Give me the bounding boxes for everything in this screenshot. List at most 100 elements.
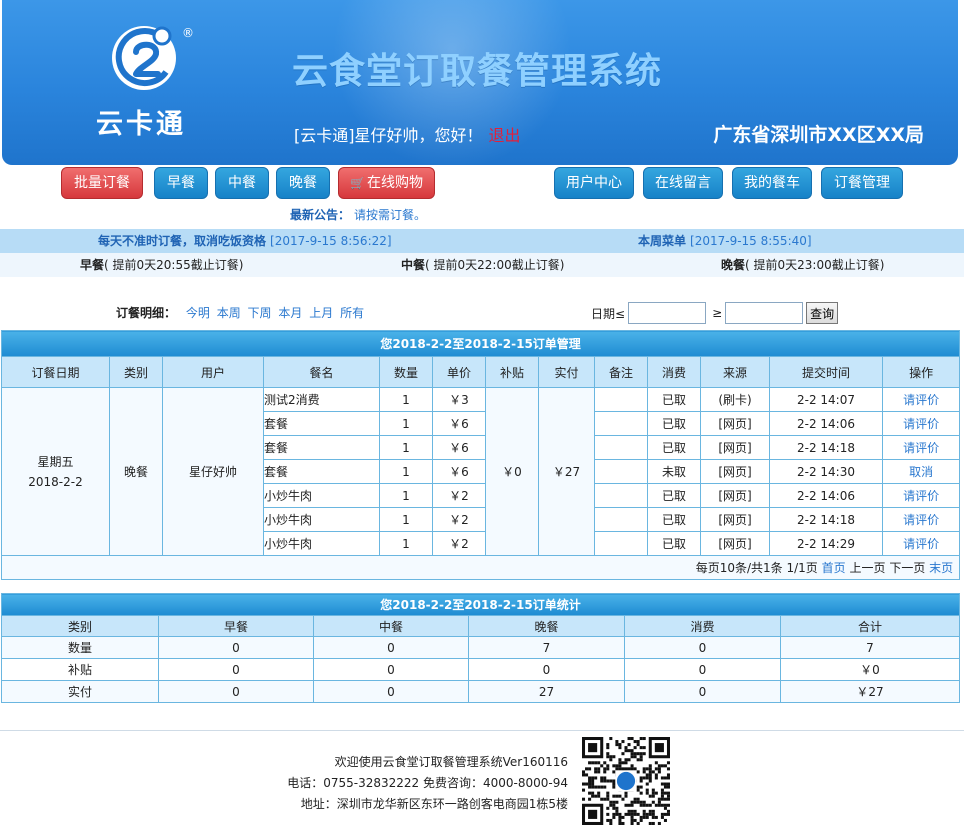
date-from-input[interactable] [628, 302, 707, 324]
order-qty: 1 [379, 483, 433, 508]
qr-module [645, 788, 649, 792]
qr-module [663, 764, 667, 768]
qr-module [606, 746, 610, 750]
qr-module [645, 815, 649, 819]
qr-module [654, 767, 658, 771]
dinner-deadline-rule: ( 提前0天23:00截止订餐) [745, 258, 885, 272]
logout-link[interactable]: 退出 [489, 126, 521, 145]
order-price: ￥6 [432, 411, 486, 436]
qr-module [651, 791, 655, 795]
order-action-link[interactable]: 请评价 [881, 435, 961, 460]
qr-module [624, 812, 628, 816]
qr-module [591, 791, 595, 795]
stats-cell: ￥0 [780, 658, 960, 681]
weekly-menu-link[interactable]: 本周菜单 [2017-9-15 8:55:40] [638, 229, 812, 253]
user-center-button[interactable]: 用户中心 [554, 167, 634, 199]
order-action-link[interactable]: 请评价 [881, 531, 961, 556]
qr-module [594, 767, 598, 771]
date-to-input[interactable] [725, 302, 804, 324]
lunch-button[interactable]: 中餐 [215, 167, 269, 199]
filter-today-tomorrow[interactable]: 今明 [186, 306, 210, 320]
filter-last-month[interactable]: 上月 [309, 306, 333, 320]
qr-module [588, 785, 592, 789]
pager-last[interactable]: 末页 [929, 561, 953, 575]
online-shop-button[interactable]: 🛒 在线购物 [338, 167, 435, 199]
brand-name: 云卡通 [96, 109, 186, 140]
qr-module [666, 776, 670, 780]
qr-module [621, 752, 625, 756]
qr-module [606, 818, 610, 822]
order-action-link[interactable]: 取消 [881, 459, 961, 484]
footer-address: 地址：深圳市龙华新区东环一路创客电商园1栋5楼 [300, 797, 568, 811]
qr-module [603, 776, 607, 780]
notice-label: 最新公告： [290, 208, 351, 222]
batch-order-button[interactable]: 批量订餐 [61, 167, 143, 199]
notice-text[interactable]: 请按需订餐。 [354, 208, 426, 222]
qr-module [645, 812, 649, 816]
table-row: 实付 0 0 27 0 ￥27 [1, 680, 960, 703]
dinner-button[interactable]: 晚餐 [276, 167, 330, 199]
qr-module [606, 806, 610, 810]
order-qty: 1 [379, 411, 433, 436]
order-action-link[interactable]: 请评价 [881, 387, 961, 412]
filter-all[interactable]: 所有 [340, 306, 364, 320]
stats-cell: 补贴 [1, 658, 159, 681]
online-message-button[interactable]: 在线留言 [643, 167, 723, 199]
order-manage-button[interactable]: 订餐管理 [821, 167, 903, 199]
qr-module [600, 785, 604, 789]
order-source: [网页] [700, 411, 770, 436]
qr-module [600, 779, 604, 783]
qr-module [591, 794, 595, 798]
filter-next-week[interactable]: 下周 [248, 306, 272, 320]
breakfast-button[interactable]: 早餐 [154, 167, 208, 199]
latest-notice: 最新公告： 请按需订餐。 [290, 206, 426, 223]
qr-module [630, 749, 634, 753]
qr-module [594, 761, 598, 765]
col-status: 消费 [647, 356, 701, 388]
table-row: 补贴 0 0 0 0 ￥0 [1, 658, 960, 681]
col-price: 单价 [432, 356, 486, 388]
pager-prev[interactable]: 上一页 [849, 561, 885, 575]
order-submit-time: 2-2 14:30 [769, 459, 883, 484]
order-status: 已取 [647, 435, 701, 460]
pager-first[interactable]: 首页 [822, 561, 846, 575]
qr-module [639, 755, 643, 759]
qr-module [651, 821, 655, 825]
qr-module [663, 797, 667, 801]
order-price: ￥2 [432, 531, 486, 556]
qr-module [657, 767, 661, 771]
header: ® 云卡通 云食堂订取餐管理系统 [云卡通]星仔好帅，您好！ 退出 广东省深圳市X… [2, 0, 958, 165]
qr-module [597, 770, 601, 774]
qr-module [630, 812, 634, 816]
qr-module [591, 779, 595, 783]
qr-module [588, 779, 592, 783]
qr-module [618, 758, 622, 762]
col-submit-time: 提交时间 [769, 356, 883, 388]
qr-module [615, 767, 619, 771]
order-action-link[interactable]: 请评价 [881, 507, 961, 532]
filter-this-month[interactable]: 本月 [278, 306, 302, 320]
stats-header-row: 类别 早餐 中餐 晚餐 消费 合计 [1, 615, 960, 637]
qr-module [663, 806, 667, 810]
qr-module [648, 794, 652, 798]
pager-next[interactable]: 下一页 [889, 561, 925, 575]
qr-module [603, 770, 607, 774]
filter-this-week[interactable]: 本周 [217, 306, 241, 320]
qr-module [657, 800, 661, 804]
col-remark: 备注 [594, 356, 648, 388]
qr-module [606, 755, 610, 759]
orders-table: 您2018-2-2至2018-2-15订单管理 订餐日期 类别 用户 餐名 数量… [0, 330, 961, 580]
stats-col-header: 类别 [1, 615, 159, 637]
qr-module [612, 782, 616, 786]
query-button[interactable]: 查询 [806, 302, 839, 324]
qr-module [633, 812, 637, 816]
qr-module [585, 773, 589, 777]
order-action-link[interactable]: 请评价 [881, 411, 961, 436]
order-category: 晚餐 [109, 387, 163, 556]
my-cart-button[interactable]: 我的餐车 [732, 167, 812, 199]
order-action-link[interactable]: 请评价 [881, 483, 961, 508]
qr-module [666, 761, 670, 765]
late-order-rule[interactable]: 每天不准时订餐，取消吃饭资格 [2017-9-15 8:56:22] [98, 229, 392, 253]
order-paid: ￥27 [538, 387, 595, 556]
qr-logo-mark [616, 771, 636, 791]
